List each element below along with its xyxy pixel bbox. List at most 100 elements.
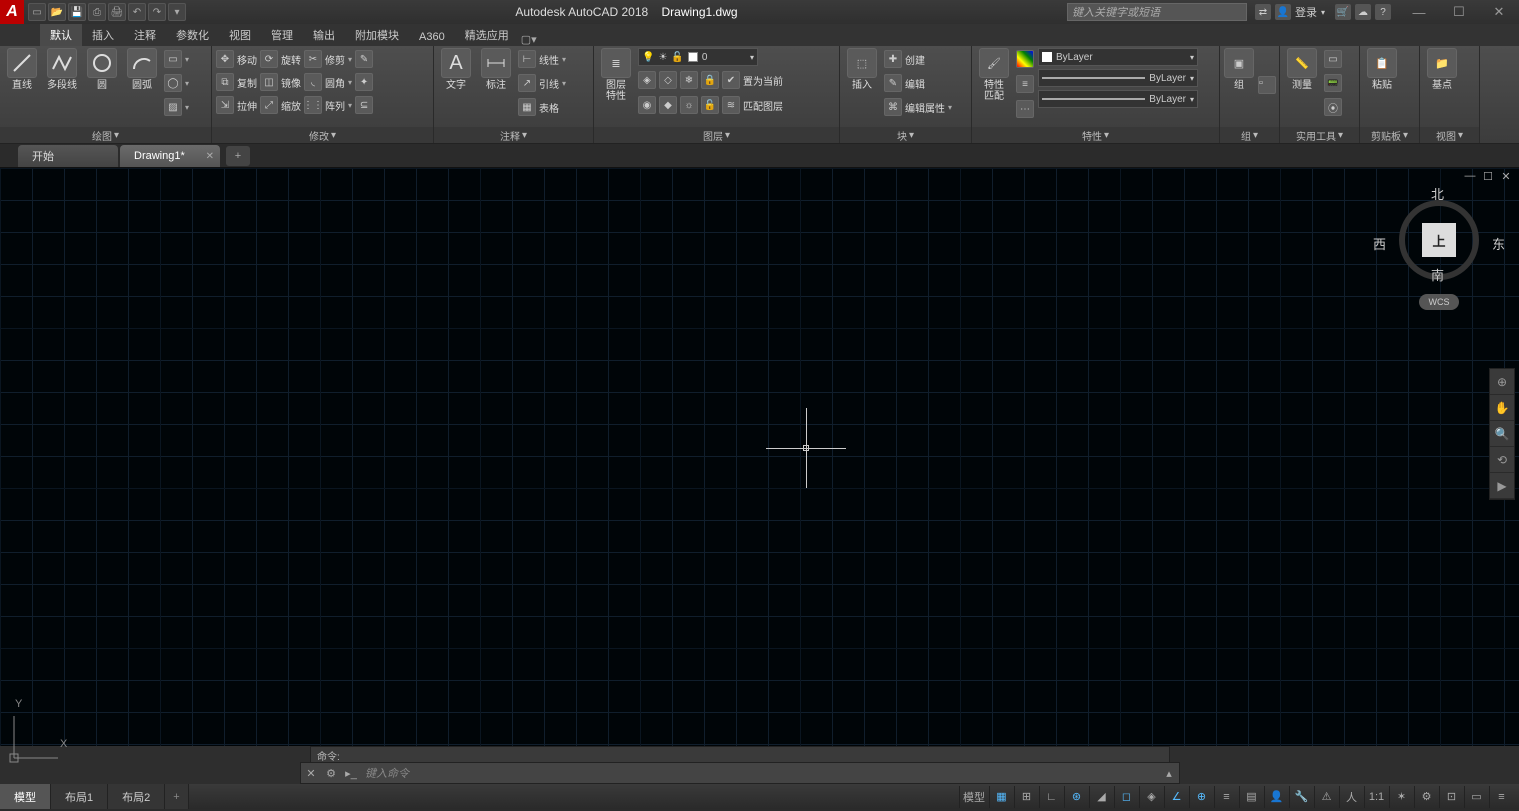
annomonitor-icon[interactable]: ⚠ <box>1314 786 1338 808</box>
ribbon-tab-addins[interactable]: 附加模块 <box>345 24 409 46</box>
sc-toggle-icon[interactable]: 🔧 <box>1289 786 1313 808</box>
move-icon[interactable]: ✥ <box>216 50 234 68</box>
status-model-button[interactable]: 模型 <box>959 786 988 808</box>
qat-dd-icon[interactable]: ▾ <box>168 3 186 21</box>
annoscale-icon[interactable]: 人 <box>1339 786 1363 808</box>
hwaccel-icon[interactable]: ⊡ <box>1439 786 1463 808</box>
cmd-close-icon[interactable]: ✕ <box>301 763 321 783</box>
tool-measure[interactable]: 📏测量 <box>1284 48 1320 91</box>
tool-linear[interactable]: ⊢线性▾ <box>518 48 566 70</box>
qat-undo-icon[interactable]: ↶ <box>128 3 146 21</box>
tool-rect-icon[interactable]: ▭▾ <box>164 48 189 70</box>
panel-clipboard-title[interactable]: 剪贴板 ▾ <box>1360 127 1419 143</box>
otrack-toggle-icon[interactable]: ∠ <box>1164 786 1188 808</box>
osnap-toggle-icon[interactable]: ◻ <box>1114 786 1138 808</box>
layout-tab-model[interactable]: 模型 <box>0 784 51 809</box>
viewcube[interactable]: 北 西 东 上 南 WCS <box>1379 186 1499 310</box>
tool-matchprop[interactable]: 🖌特性 匹配 <box>976 48 1012 102</box>
qat-save-icon[interactable]: 💾 <box>68 3 86 21</box>
cleanscreen-icon[interactable]: ▭ <box>1464 786 1488 808</box>
calc-icon[interactable]: 📟 <box>1324 74 1342 92</box>
minimize-button[interactable]: — <box>1399 0 1439 24</box>
ribbon-tab-parametric[interactable]: 参数化 <box>166 24 219 46</box>
nav-zoom-icon[interactable]: 🔍 <box>1490 421 1514 447</box>
tool-text[interactable]: A文字 <box>438 48 474 91</box>
qat-saveas-icon[interactable]: ⎙ <box>88 3 106 21</box>
layeriso-icon[interactable]: ◈ <box>638 71 656 89</box>
tool-layer-properties[interactable]: ≣图层 特性 <box>598 48 634 102</box>
point-icon[interactable]: ⦿ <box>1324 98 1342 116</box>
ribbon-tab-featured[interactable]: 精选应用 <box>455 24 519 46</box>
qat-plot-icon[interactable]: 🖨 <box>108 3 126 21</box>
help-icon[interactable]: ? <box>1375 4 1391 20</box>
panel-properties-title[interactable]: 特性 ▾ <box>972 127 1219 143</box>
layeron-icon[interactable]: ◆ <box>659 96 677 114</box>
layout-tab-layout2[interactable]: 布局2 <box>108 784 165 809</box>
trim-icon[interactable]: ✂ <box>304 50 322 68</box>
tool-polyline[interactable]: 多段线 <box>44 48 80 91</box>
color-selector[interactable]: ByLayer▾ <box>1038 48 1198 66</box>
3dosnap-toggle-icon[interactable]: ◈ <box>1139 786 1163 808</box>
layerunlock-icon[interactable]: 🔓 <box>701 96 719 114</box>
explode-icon[interactable]: ✦ <box>355 73 373 91</box>
ws-toggle-icon[interactable]: ⚙ <box>1414 786 1438 808</box>
qat-redo-icon[interactable]: ↷ <box>148 3 166 21</box>
ortho-toggle-icon[interactable]: ∟ <box>1039 786 1063 808</box>
rotate-icon[interactable]: ⟳ <box>260 50 278 68</box>
ribbon-tab-default[interactable]: 默认 <box>40 24 82 46</box>
erase-icon[interactable]: ✎ <box>355 50 373 68</box>
ribbon-tab-output[interactable]: 输出 <box>303 24 345 46</box>
add-tab-button[interactable]: + <box>226 146 250 166</box>
tool-hatch-icon[interactable]: ▨▾ <box>164 96 189 118</box>
panel-modify-title[interactable]: 修改 ▾ <box>212 127 433 143</box>
layeroff-icon[interactable]: ◇ <box>659 71 677 89</box>
layout-tab-layout1[interactable]: 布局1 <box>51 784 108 809</box>
qat-open-icon[interactable]: 📂 <box>48 3 66 21</box>
stretch-icon[interactable]: ⇲ <box>216 96 234 114</box>
tool-basepoint[interactable]: 📁基点 <box>1424 48 1460 91</box>
polar-toggle-icon[interactable]: ⊛ <box>1064 786 1088 808</box>
tool-leader[interactable]: ↗引线▾ <box>518 72 566 94</box>
vp-max-icon[interactable]: ☐ <box>1481 170 1495 182</box>
lineweight-selector[interactable]: ByLayer▾ <box>1038 69 1198 87</box>
tool-group[interactable]: ▣组 <box>1224 48 1254 91</box>
drawing-canvas[interactable]: — ☐ ✕ Y X 北 西 东 上 南 WCS ⊕ ✋ 🔍 ⟲ ▶ <box>0 168 1519 746</box>
array-icon[interactable]: ⋮⋮ <box>304 96 322 114</box>
panel-draw-title[interactable]: 绘图 ▾ <box>0 127 211 143</box>
tool-ellipse-icon[interactable]: ◯▾ <box>164 72 189 94</box>
snap-toggle-icon[interactable]: ⊞ <box>1014 786 1038 808</box>
tool-paste[interactable]: 📋粘贴 <box>1364 48 1400 91</box>
ribbon-tab-manage[interactable]: 管理 <box>261 24 303 46</box>
login-area[interactable]: ⇄ 👤 登录 ▾ 🛒 ☁ ? <box>1255 4 1391 20</box>
tool-block-create[interactable]: ✚创建 <box>884 48 952 70</box>
color-picker-icon[interactable] <box>1016 50 1034 68</box>
ribbon-tab-insert[interactable]: 插入 <box>82 24 124 46</box>
ribbon-tab-overflow-icon[interactable]: ▢▾ <box>519 33 539 46</box>
select-icon[interactable]: ▭ <box>1324 50 1342 68</box>
tool-block-attedit[interactable]: ⌘编辑属性▾ <box>884 96 952 118</box>
close-button[interactable]: ✕ <box>1479 0 1519 24</box>
setcurrent-icon[interactable]: ✔ <box>722 71 740 89</box>
nav-pan-icon[interactable]: ✋ <box>1490 395 1514 421</box>
cmd-options-icon[interactable]: ⚙ <box>321 763 341 783</box>
viewcube-top-face[interactable]: 上 <box>1422 223 1456 257</box>
doc-tab-start[interactable]: 开始 <box>18 145 118 167</box>
dyn-toggle-icon[interactable]: ⊕ <box>1189 786 1213 808</box>
tool-arc[interactable]: 圆弧 <box>124 48 160 91</box>
nav-orbit-icon[interactable]: ⟲ <box>1490 447 1514 473</box>
matchlayer-icon[interactable]: ≋ <box>722 96 740 114</box>
qp-toggle-icon[interactable]: 👤 <box>1264 786 1288 808</box>
layer-selector[interactable]: 💡☀🔓 0 ▾ <box>638 48 758 66</box>
close-tab-icon[interactable]: ✕ <box>206 151 214 162</box>
maximize-button[interactable]: ☐ <box>1439 0 1479 24</box>
tool-table[interactable]: ▦表格 <box>518 96 566 118</box>
linetype-list-icon[interactable]: ⋯ <box>1016 100 1034 118</box>
layeruniso-icon[interactable]: ◉ <box>638 96 656 114</box>
mirror-icon[interactable]: ◫ <box>260 73 278 91</box>
cart-icon[interactable]: 🛒 <box>1335 4 1351 20</box>
panel-block-title[interactable]: 块 ▾ <box>840 127 971 143</box>
tool-circle[interactable]: 圆 <box>84 48 120 91</box>
panel-layers-title[interactable]: 图层 ▾ <box>594 127 839 143</box>
cmd-expand-icon[interactable]: ▴ <box>1159 763 1179 783</box>
search-input[interactable]: 键入关键字或短语 <box>1067 3 1247 21</box>
